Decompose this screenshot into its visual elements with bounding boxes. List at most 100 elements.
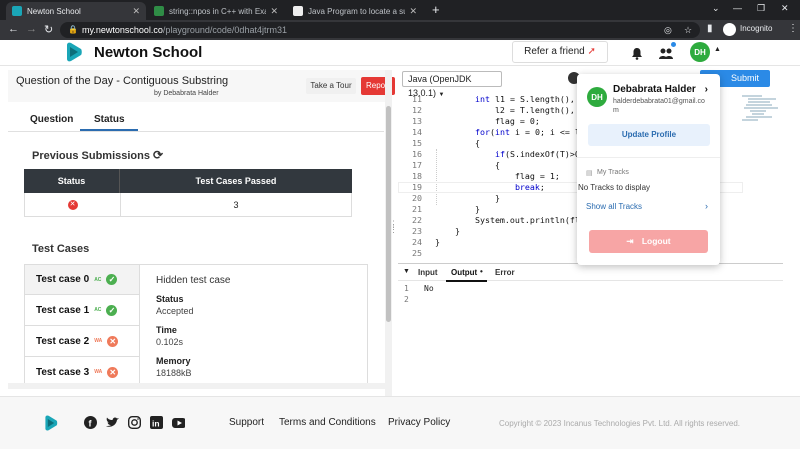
tab-input[interactable]: Input	[418, 268, 438, 277]
code-text: if(S.indexOf(T)>0)	[494, 149, 585, 159]
submissions-table-header: Status Test Cases Passed	[24, 169, 352, 193]
previous-submissions-title: Previous Submissions ⟳	[32, 148, 163, 162]
refer-label: Refer a friend	[524, 46, 585, 57]
minimize-icon[interactable]: —	[733, 3, 742, 13]
question-title: Question of the Day - Contiguous Substri…	[16, 75, 229, 87]
show-all-tracks-link[interactable]: Show all Tracks	[586, 202, 642, 211]
tab-question[interactable]: Question	[30, 114, 73, 125]
sidebar-icon[interactable]: ▮	[707, 23, 713, 34]
caret-up-icon[interactable]: ▲	[714, 46, 721, 53]
code-minimap[interactable]	[742, 94, 782, 134]
status-column-header: Status	[57, 176, 86, 186]
tab-output[interactable]: Output	[451, 268, 477, 277]
output-line-text: No	[424, 284, 434, 293]
facebook-icon[interactable]: f	[84, 416, 97, 429]
newton-favicon-icon	[12, 6, 22, 16]
test-case-label: Test case 1	[36, 304, 90, 316]
active-output-tab-indicator	[446, 280, 487, 282]
forward-icon[interactable]: →	[26, 23, 37, 35]
output-panel[interactable]: 1 No 2	[404, 284, 434, 306]
line-number: 17	[412, 160, 422, 170]
brand-name[interactable]: Newton School	[94, 44, 202, 61]
youtube-icon[interactable]	[172, 416, 185, 429]
bell-icon[interactable]	[628, 44, 646, 62]
site-footer: f in Support Terms and Conditions Privac…	[0, 396, 800, 449]
tab-status[interactable]: Status	[94, 114, 125, 125]
scrollbar-thumb[interactable]	[386, 106, 391, 322]
x-circle-icon: ✕	[107, 366, 119, 378]
browser-tab-bar: Newton School ✕ string::npos in C++ with…	[0, 0, 800, 20]
star-icon[interactable]: ☆	[684, 22, 692, 38]
test-case-1[interactable]: Test case 1 AC ✓	[24, 295, 140, 326]
tab-error[interactable]: Error	[495, 268, 515, 277]
linkedin-icon[interactable]: in	[150, 416, 163, 429]
avatar[interactable]: DH	[690, 42, 710, 62]
line-number: 22	[412, 215, 422, 225]
output-line-number: 1	[404, 284, 409, 293]
drag-handle-icon[interactable]: ⋮ ⋮	[389, 220, 398, 234]
code-text: l2 = T.length(),	[435, 105, 575, 115]
chevron-right-icon[interactable]: ›	[705, 201, 708, 211]
tab-title: Java Program to locate a substring	[308, 6, 406, 16]
status-badge: WA	[94, 369, 103, 375]
refer-friend-button[interactable]: Refer a friend ➚	[512, 41, 608, 63]
line-number: 16	[412, 149, 422, 159]
support-link[interactable]: Support	[229, 417, 264, 428]
code-text: {	[435, 138, 480, 148]
newton-logo-icon[interactable]	[43, 414, 59, 432]
divider	[577, 157, 720, 158]
reload-icon[interactable]: ↻	[44, 23, 53, 36]
browser-tab-java[interactable]: Java Program to locate a substring ✕	[287, 2, 423, 20]
logout-icon: ⇥	[626, 236, 634, 246]
test-cases-title: Test Cases	[32, 243, 90, 255]
error-icon: ✕	[67, 199, 78, 210]
collapse-icon[interactable]: ▼	[403, 268, 410, 275]
output-line-number: 2	[404, 295, 409, 304]
incognito-icon	[723, 23, 736, 36]
close-tab-icon[interactable]: ✕	[266, 6, 278, 17]
menu-icon[interactable]: ⋮	[788, 23, 798, 34]
no-tracks-text: No Tracks to display	[578, 183, 651, 192]
horizontal-scrollbar[interactable]	[8, 383, 385, 389]
browser-tab-newton[interactable]: Newton School ✕	[6, 2, 146, 20]
x-circle-icon: ✕	[107, 335, 119, 347]
update-profile-button[interactable]: Update Profile	[588, 124, 710, 146]
browser-tab-npos[interactable]: string::npos in C++ with Example ✕	[148, 2, 284, 20]
question-pane: Question of the Day - Contiguous Substri…	[8, 70, 395, 396]
url-input[interactable]: 🔒 my.newtonschool.co/playground/code/0dh…	[60, 22, 700, 38]
instagram-icon[interactable]	[128, 416, 141, 429]
close-tab-icon[interactable]: ✕	[128, 6, 140, 17]
chevron-down-icon[interactable]: ⌄	[712, 3, 720, 14]
tab-title: Newton School	[27, 6, 81, 16]
new-tab-icon[interactable]: +	[432, 2, 440, 17]
line-number: 23	[412, 226, 422, 236]
close-tab-icon[interactable]: ✕	[405, 6, 417, 17]
status-cell: ✕	[25, 193, 120, 216]
address-bar-row: ← → ↻ 🔒 my.newtonschool.co/playground/co…	[0, 20, 800, 40]
test-case-0[interactable]: Test case 0 AC ✓	[24, 264, 140, 295]
profile-name-text: Debabrata Halder	[613, 84, 696, 95]
eye-off-icon[interactable]: ◎	[664, 22, 672, 38]
newton-logo-icon[interactable]	[64, 41, 84, 63]
status-badge: AC	[94, 307, 102, 313]
close-window-icon[interactable]: ✕	[781, 3, 789, 14]
restore-icon[interactable]: ❐	[757, 3, 765, 14]
test-case-label: Test case 3	[36, 366, 90, 378]
terms-link[interactable]: Terms and Conditions	[279, 417, 376, 428]
language-select[interactable]: Java (OpenJDK 13.0.1) ▼	[402, 71, 502, 98]
url-path: /playground/code/0dhat4jtrm31	[162, 25, 287, 35]
refresh-icon[interactable]: ⟳	[153, 148, 163, 162]
twitter-icon[interactable]	[106, 416, 119, 429]
back-icon[interactable]: ←	[8, 23, 19, 35]
profile-name[interactable]: Debabrata Halder ›	[613, 84, 708, 95]
test-case-2[interactable]: Test case 2 WA ✕	[24, 326, 140, 357]
avatar: DH	[587, 87, 607, 107]
take-tour-button[interactable]: Take a Tour	[306, 78, 356, 94]
logout-button[interactable]: ⇥ Logout	[589, 230, 708, 253]
book-icon: ▤	[586, 170, 593, 177]
community-icon[interactable]	[657, 42, 676, 62]
test-case-label: Test case 2	[36, 335, 90, 347]
lock-icon: 🔒	[68, 25, 78, 34]
privacy-link[interactable]: Privacy Policy	[388, 417, 450, 428]
table-row[interactable]: ✕ 3	[24, 193, 352, 217]
